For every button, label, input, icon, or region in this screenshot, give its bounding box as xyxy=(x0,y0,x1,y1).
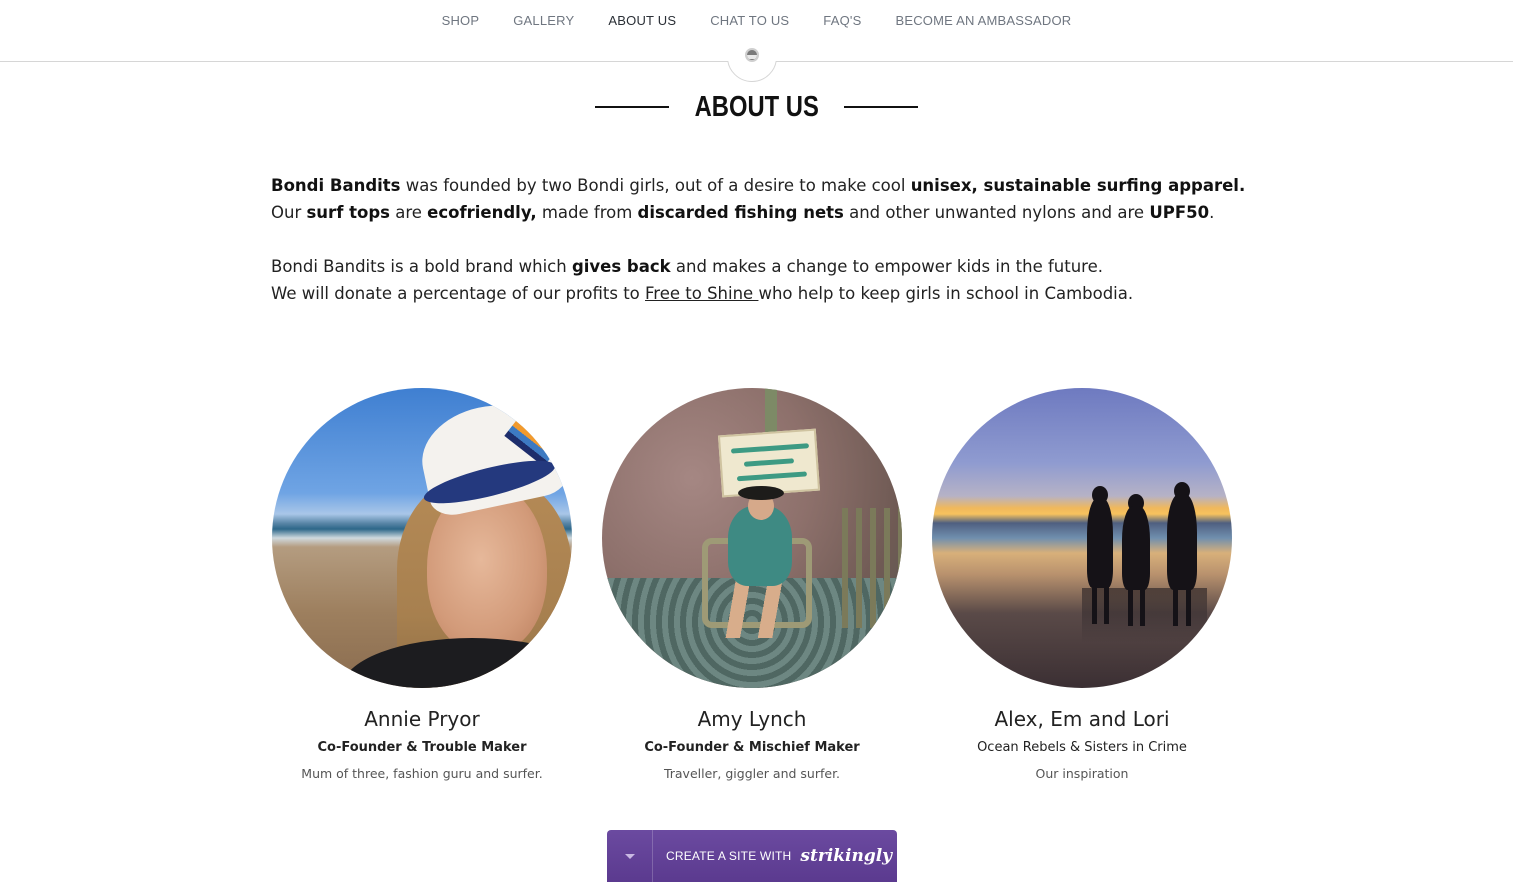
photo-detail xyxy=(738,486,784,500)
amy-photo xyxy=(602,388,902,688)
photo-detail xyxy=(720,578,790,638)
heading-rule-right xyxy=(844,106,919,108)
intro-paragraph-2: Bondi Bandits is a bold brand which give… xyxy=(271,253,1251,307)
photo-detail xyxy=(1167,494,1197,590)
free-to-shine-link[interactable]: Free to Shine xyxy=(645,284,758,303)
text-bold: ecofriendly, xyxy=(427,203,537,222)
photo-detail xyxy=(1128,580,1133,626)
strikingly-logo: strikingly xyxy=(800,846,893,866)
team-member-alex-em-lori: Alex, Em and Lori Ocean Rebels & Sisters… xyxy=(932,388,1232,782)
text-bold: surf tops xyxy=(306,203,390,222)
photo-detail xyxy=(1104,578,1109,624)
text-span: and other unwanted nylons and are xyxy=(843,203,1150,222)
text-span: made from xyxy=(536,203,638,222)
member-role: Co-Founder & Trouble Maker xyxy=(317,740,527,755)
team-member-annie: Annie Pryor Co-Founder & Trouble Maker M… xyxy=(272,388,572,782)
about-copy: Bondi Bandits was founded by two Bondi g… xyxy=(271,172,1251,334)
nav-item-shop[interactable]: SHOP xyxy=(425,13,497,29)
member-name: Amy Lynch xyxy=(697,707,807,731)
strikingly-badge[interactable]: CREATE A SITE WITH strikingly xyxy=(607,830,897,882)
member-role: Co-Founder & Mischief Maker xyxy=(644,740,860,755)
text-span: We will donate a percentage of our profi… xyxy=(271,284,646,303)
text-span: Bondi Bandits is a bold brand which xyxy=(271,257,572,276)
badge-label: CREATE A SITE WITH xyxy=(666,849,792,863)
nav-item-become-ambassador[interactable]: BECOME AN AMBASSADOR xyxy=(878,13,1088,29)
nav-item-chat-to-us[interactable]: CHAT TO US xyxy=(693,13,806,29)
brand-name: Bondi Bandits xyxy=(271,176,401,195)
chevron-down-icon[interactable] xyxy=(607,830,653,882)
section-heading: ABOUT US xyxy=(0,88,1513,126)
annie-photo xyxy=(272,388,572,688)
text-span: Our xyxy=(271,203,307,222)
sisters-photo xyxy=(932,388,1232,688)
intro-paragraph-1: Bondi Bandits was founded by two Bondi g… xyxy=(271,172,1251,226)
member-description: Mum of three, fashion guru and surfer. xyxy=(301,766,543,781)
text-bold: unisex, sustainable surfing apparel. xyxy=(910,176,1246,195)
member-role: Ocean Rebels & Sisters in Crime xyxy=(977,740,1187,755)
photo-detail xyxy=(1087,498,1113,588)
photo-detail xyxy=(1092,578,1097,624)
text-span: are xyxy=(389,203,428,222)
member-name: Annie Pryor xyxy=(364,707,480,731)
logo-icon xyxy=(745,48,759,62)
member-description: Our inspiration xyxy=(1035,766,1129,781)
nav-item-gallery[interactable]: GALLERY xyxy=(496,13,591,29)
photo-detail xyxy=(1122,506,1150,590)
text-bold: UPF50 xyxy=(1149,203,1210,222)
nav-item-about-us[interactable]: ABOUT US xyxy=(591,13,693,29)
text-span: who help to keep girls in school in Camb… xyxy=(758,284,1134,303)
page-title: ABOUT US xyxy=(694,91,819,123)
photo-detail xyxy=(1173,580,1178,626)
photo-detail xyxy=(1140,580,1145,626)
text-span: was founded by two Bondi girls, out of a… xyxy=(400,176,911,195)
photo-detail xyxy=(1186,580,1191,626)
text-bold: discarded fishing nets xyxy=(637,203,844,222)
heading-rule-left xyxy=(594,106,669,108)
nav-item-faqs[interactable]: FAQ'S xyxy=(806,13,878,29)
photo-detail xyxy=(842,508,902,628)
member-description: Traveller, giggler and surfer. xyxy=(663,766,841,781)
member-name: Alex, Em and Lori xyxy=(994,707,1170,731)
team-member-amy: Amy Lynch Co-Founder & Mischief Maker Tr… xyxy=(602,388,902,782)
photo-detail xyxy=(342,638,572,688)
text-span: and makes a change to empower kids in th… xyxy=(670,257,1103,276)
text-span: . xyxy=(1209,203,1215,222)
nav-menu: SHOP GALLERY ABOUT US CHAT TO US FAQ'S B… xyxy=(0,13,1513,29)
text-bold: gives back xyxy=(571,257,671,276)
